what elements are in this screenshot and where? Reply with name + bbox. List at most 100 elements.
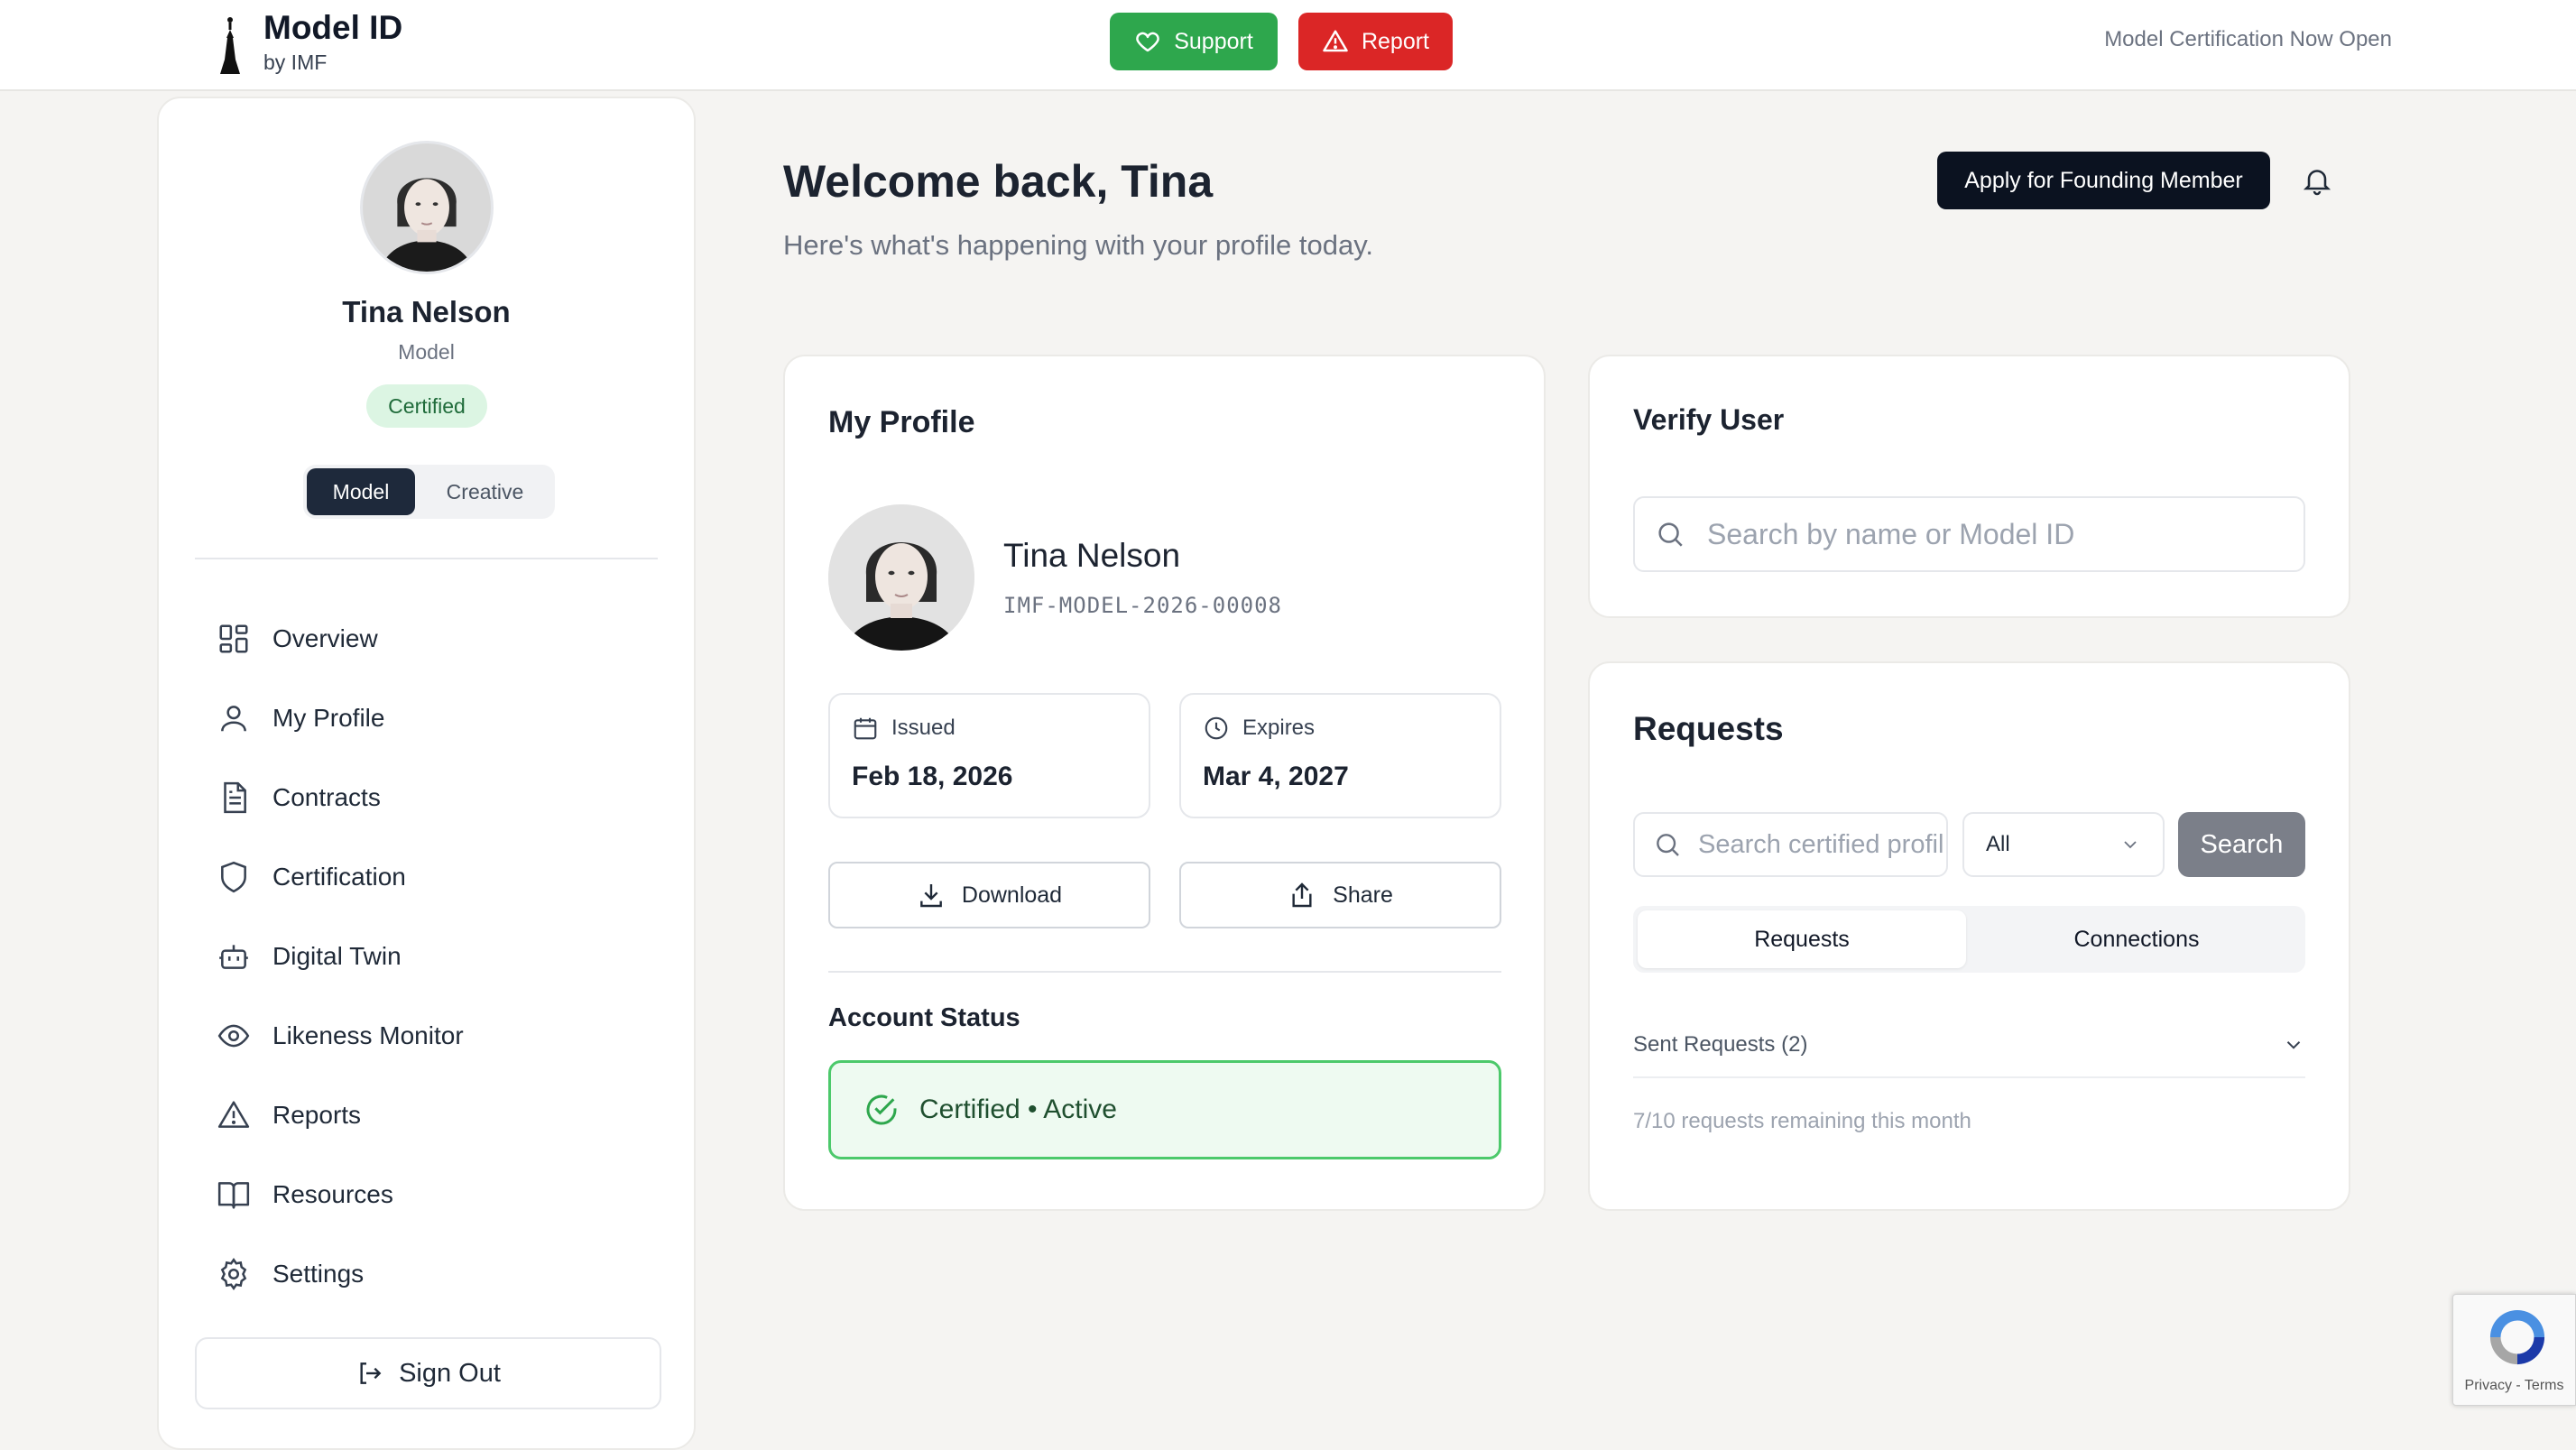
profile-name: Tina Nelson <box>1003 537 1181 574</box>
sidebar-item-contracts[interactable]: Contracts <box>195 765 661 830</box>
download-button[interactable]: Download <box>828 862 1150 928</box>
user-icon <box>221 706 246 732</box>
recaptcha-links[interactable]: Privacy - Terms <box>2453 1378 2575 1394</box>
sidebar-item-label: Overview <box>272 624 378 652</box>
avatar <box>360 141 494 274</box>
issued-box: Issued Feb 18, 2026 <box>828 693 1150 818</box>
sidebar-item-overview[interactable]: Overview <box>195 606 661 671</box>
tab-connections[interactable]: Connections <box>1972 910 2301 968</box>
sidebar-item-my-profile[interactable]: My Profile <box>195 686 661 751</box>
expires-label: Expires <box>1242 716 1316 740</box>
recaptcha-badge[interactable]: Privacy - Terms <box>2452 1294 2576 1406</box>
issued-date: Feb 18, 2026 <box>852 762 1013 791</box>
verify-search-input[interactable] <box>1705 516 2304 552</box>
filter-selected-value: All <box>1986 832 2010 856</box>
page-title: Welcome back, Tina <box>783 156 1214 207</box>
account-status-label: Account Status <box>828 1003 1020 1032</box>
support-button[interactable]: Support <box>1110 13 1278 70</box>
share-label: Share <box>1333 882 1393 908</box>
sidebar-item-settings[interactable]: Settings <box>195 1242 661 1307</box>
sidebar-item-reports[interactable]: Reports <box>195 1083 661 1148</box>
sent-requests-label: Sent Requests (2) <box>1633 1032 1808 1057</box>
profile-avatar <box>828 504 974 651</box>
sidebar-item-label: Digital Twin <box>272 942 402 970</box>
sidebar-item-label: Settings <box>272 1260 365 1288</box>
requests-tabs: Requests Connections <box>1633 906 2305 973</box>
sent-requests-toggle[interactable]: Sent Requests (2) <box>1633 1013 2305 1078</box>
certification-notice[interactable]: Model Certification Now Open <box>2104 27 2392 52</box>
sidebar-item-likeness-monitor[interactable]: Likeness Monitor <box>195 1003 661 1068</box>
clock-icon <box>1205 716 1228 740</box>
account-status-box: Certified • Active <box>828 1060 1501 1159</box>
brand-subtitle: by IMF <box>263 51 328 74</box>
sidebar-item-digital-twin[interactable]: Digital Twin <box>195 924 661 989</box>
document-icon <box>224 781 246 814</box>
sidebar-user-role: Model <box>398 340 455 364</box>
sign-out-label: Sign Out <box>399 1358 501 1388</box>
sidebar-item-label: Contracts <box>272 783 381 811</box>
sidebar-item-label: Resources <box>272 1180 393 1208</box>
my-profile-card: My Profile Tina Nelson IMF-MODEL-2026-00… <box>783 355 1546 1211</box>
robot-icon <box>219 945 248 969</box>
gear-icon <box>220 1257 247 1291</box>
support-label: Support <box>1174 28 1253 54</box>
search-icon <box>1657 834 1679 856</box>
expires-date: Mar 4, 2027 <box>1203 762 1349 791</box>
my-profile-title: My Profile <box>828 405 975 439</box>
requests-remaining-text: 7/10 requests remaining this month <box>1633 1109 1971 1133</box>
sidebar-divider <box>195 558 658 559</box>
verify-search-box <box>1633 496 2305 572</box>
check-circle-icon <box>866 1094 897 1125</box>
search-icon <box>1658 522 1683 547</box>
warning-icon <box>1323 30 1348 52</box>
sign-out-button[interactable]: Sign Out <box>195 1337 661 1409</box>
brand-name[interactable]: Model ID <box>263 9 402 47</box>
top-bar: Model ID by IMF Support Report Model Cer… <box>0 0 2576 91</box>
requests-search-input[interactable] <box>1696 828 1946 861</box>
grid-icon <box>219 624 248 653</box>
recaptcha-icon <box>2489 1309 2545 1365</box>
account-status-value: Certified • Active <box>919 1094 1117 1124</box>
profile-divider <box>828 971 1501 973</box>
download-label: Download <box>961 882 1063 908</box>
sidebar-item-label: Reports <box>272 1101 362 1129</box>
sidebar-user-name: Tina Nelson <box>342 295 511 328</box>
requests-card: Requests All Search Requests Connections… <box>1588 661 2350 1211</box>
toggle-creative[interactable]: Creative <box>419 468 551 515</box>
eye-icon <box>217 1024 250 1048</box>
search-button[interactable]: Search <box>2178 812 2305 877</box>
download-icon <box>920 884 942 908</box>
chevron-down-icon <box>2286 1041 2301 1049</box>
tab-requests[interactable]: Requests <box>1638 910 1966 968</box>
sign-out-icon <box>360 1362 382 1384</box>
warning-icon <box>217 1101 250 1128</box>
sidebar-item-label: My Profile <box>272 704 385 732</box>
sidebar-item-label: Certification <box>272 863 406 891</box>
verify-user-title: Verify User <box>1633 403 1785 436</box>
toggle-model[interactable]: Model <box>307 468 415 515</box>
heart-icon <box>1136 32 1160 52</box>
expires-box: Expires Mar 4, 2027 <box>1179 693 1501 818</box>
verify-user-card: Verify User <box>1588 355 2350 618</box>
logo-icon <box>220 17 240 74</box>
chevron-down-icon <box>2124 841 2137 849</box>
sidebar-item-label: Likeness Monitor <box>272 1021 464 1049</box>
role-toggle: Model Creative <box>303 465 555 519</box>
share-button[interactable]: Share <box>1179 862 1501 928</box>
sidebar: Tina Nelson Model Certified Model Creati… <box>157 97 696 1450</box>
book-icon <box>217 1182 250 1209</box>
share-icon <box>1292 882 1312 908</box>
requests-filter-select[interactable]: All <box>1962 812 2165 877</box>
page-subtitle: Here's what's happening with your profil… <box>783 229 1374 261</box>
shield-icon <box>221 861 246 893</box>
issued-label: Issued <box>891 716 956 740</box>
profile-model-id: IMF-MODEL-2026-00008 <box>1003 593 1282 618</box>
requests-title: Requests <box>1633 710 1784 747</box>
apply-founding-member-button[interactable]: Apply for Founding Member <box>1937 152 2270 209</box>
sidebar-item-resources[interactable]: Resources <box>195 1162 661 1227</box>
requests-search-box <box>1633 812 1948 877</box>
report-label: Report <box>1361 28 1430 54</box>
report-button[interactable]: Report <box>1298 13 1453 70</box>
sidebar-item-certification[interactable]: Certification <box>195 845 661 910</box>
bell-icon[interactable] <box>2301 164 2333 197</box>
